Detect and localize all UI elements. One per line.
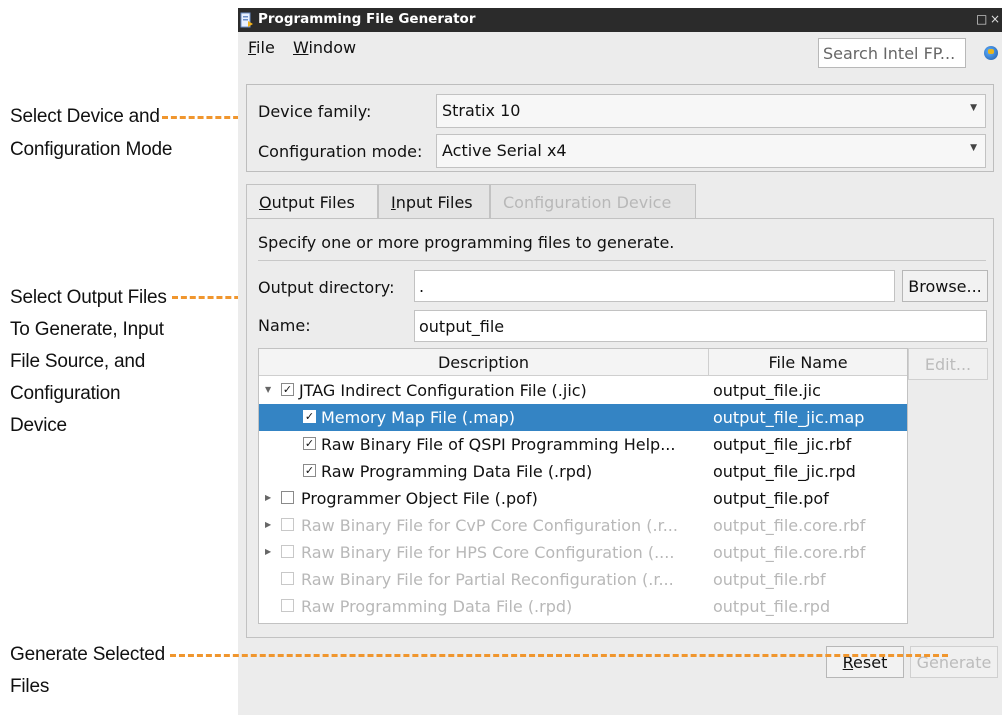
tree-row-selected[interactable]: ✓ Memory Map File (.map) output_file_jic… (259, 404, 907, 431)
row-description: Programmer Object File (.pof) (301, 489, 538, 508)
annotation-output-line2: To Generate, Input (10, 319, 164, 340)
row-file-name: output_file.rbf (713, 570, 826, 589)
menu-file-label: ile (256, 38, 275, 57)
checkbox-checked[interactable]: ✓ (303, 410, 316, 423)
tab-output-files-label: utput Files (271, 193, 355, 212)
row-file-name: output_file.pof (713, 489, 829, 508)
checkbox-unchecked (281, 518, 294, 531)
menu-window-label: indow (308, 38, 357, 57)
row-description: Raw Binary File for HPS Core Configurati… (301, 543, 675, 562)
row-description: JTAG Indirect Configuration File (.jic) (299, 381, 587, 400)
name-label: Name: (258, 316, 311, 335)
app-icon (240, 12, 253, 28)
tab-output-files-mnemonic: O (259, 193, 272, 212)
tree-row[interactable]: ▶ Programmer Object File (.pof) output_f… (259, 485, 907, 512)
checkbox-unchecked (281, 599, 294, 612)
output-files-tree[interactable]: Description File Name ▼ ✓ JTAG Indirect … (258, 348, 908, 624)
browse-button[interactable]: Browse... (902, 270, 988, 302)
tree-row-disabled: Raw Programming Data File (.rpd) output_… (259, 593, 907, 620)
globe-icon[interactable] (984, 46, 998, 60)
row-file-name: output_file.core.rbf (713, 543, 866, 562)
title-bar: Programming File Generator □ × (238, 8, 1002, 32)
row-file-name: output_file.core.rbf (713, 516, 866, 535)
device-family-label: Device family: (258, 102, 372, 121)
row-description: Raw Binary File for Partial Reconfigurat… (301, 570, 674, 589)
output-directory-input[interactable]: . (414, 270, 895, 302)
row-description: Raw Binary File for CvP Core Configurati… (301, 516, 678, 535)
annotation-generate-line2: Files (10, 676, 50, 697)
tree-row-disabled: ▶ Raw Binary File for CvP Core Configura… (259, 512, 907, 539)
tree-row-disabled: Raw Binary File for Partial Reconfigurat… (259, 566, 907, 593)
column-file-name[interactable]: File Name (709, 349, 907, 375)
programming-file-generator-window: Programming File Generator □ × File Wind… (238, 8, 1002, 715)
configuration-mode-label: Configuration mode: (258, 142, 423, 161)
chevron-down-icon: ▼ (970, 103, 977, 113)
column-description[interactable]: Description (259, 349, 709, 375)
checkbox-checked[interactable]: ✓ (303, 464, 316, 477)
reset-button[interactable]: Reset (826, 646, 904, 678)
tab-configuration-device[interactable]: Configuration Device (490, 184, 696, 218)
chevron-down-icon: ▼ (970, 143, 977, 153)
expand-right-icon[interactable]: ▶ (265, 493, 271, 502)
row-file-name: output_file_jic.rbf (713, 435, 852, 454)
menu-file-mnemonic: F (248, 38, 257, 57)
minimize-icon[interactable]: □ (976, 12, 987, 26)
output-directory-label: Output directory: (258, 278, 395, 297)
menu-file[interactable]: File (248, 38, 275, 57)
device-family-select[interactable]: Stratix 10 ▼ (436, 94, 986, 128)
row-description: Raw Binary File of QSPI Programming Help… (321, 435, 676, 454)
annotation-output-line3: File Source, and (10, 351, 146, 372)
name-input[interactable]: output_file (414, 310, 987, 342)
window-title: Programming File Generator (258, 11, 476, 27)
annotation-device-connector (162, 116, 248, 119)
row-file-name: output_file.rpd (713, 597, 831, 616)
menu-window-mnemonic: W (293, 38, 309, 57)
row-file-name: output_file_jic.rpd (713, 462, 856, 481)
tree-row[interactable]: ✓ Raw Binary File of QSPI Programming He… (259, 431, 907, 458)
instructions-text: Specify one or more programming files to… (258, 233, 675, 252)
expand-right-icon: ▶ (265, 520, 272, 529)
checkbox-checked[interactable]: ✓ (303, 437, 316, 450)
annotation-generate-line1: Generate Selected (10, 644, 166, 665)
row-description: Memory Map File (.map) (321, 408, 515, 427)
row-description: Raw Programming Data File (.rpd) (321, 462, 593, 481)
row-file-name: output_file_jic.map (713, 408, 865, 427)
checkbox-unchecked (281, 545, 294, 558)
search-input[interactable]: Search Intel FP... (818, 38, 966, 68)
annotation-generate-connector (170, 654, 948, 657)
device-family-value: Stratix 10 (442, 101, 521, 120)
checkbox-unchecked (281, 572, 294, 585)
row-description: Raw Programming Data File (.rpd) (301, 597, 573, 616)
expand-right-icon: ▶ (265, 547, 272, 556)
annotation-output-line4: Configuration (10, 383, 121, 404)
close-icon[interactable]: × (990, 12, 1000, 26)
tree-row-disabled: ▶ Raw Binary File for HPS Core Configura… (259, 539, 907, 566)
tree-row[interactable]: ✓ Raw Programming Data File (.rpd) outpu… (259, 458, 907, 485)
tree-row[interactable]: ▼ ✓ JTAG Indirect Configuration File (.j… (259, 377, 907, 404)
checkbox-checked[interactable]: ✓ (281, 383, 294, 396)
configuration-mode-select[interactable]: Active Serial x4 ▼ (436, 134, 986, 168)
expand-down-icon[interactable]: ▼ (265, 385, 271, 394)
checkbox-unchecked[interactable] (281, 491, 294, 504)
tab-input-files-label: nput Files (395, 193, 473, 212)
annotation-device-line1: Select Device and (10, 106, 160, 127)
tab-input-files[interactable]: Input Files (378, 184, 490, 218)
tree-header: Description File Name (259, 349, 907, 376)
tab-output-files[interactable]: Output Files (246, 184, 378, 220)
annotation-output-line5: Device (10, 415, 67, 436)
annotation-output-line1: Select Output Files (10, 287, 167, 308)
generate-button[interactable]: Generate (910, 646, 998, 678)
annotation-device-line2: Configuration Mode (10, 139, 173, 160)
menu-window[interactable]: Window (293, 38, 356, 57)
configuration-mode-value: Active Serial x4 (442, 141, 567, 160)
row-file-name: output_file.jic (713, 381, 821, 400)
divider (258, 260, 986, 261)
edit-button[interactable]: Edit... (908, 348, 988, 380)
